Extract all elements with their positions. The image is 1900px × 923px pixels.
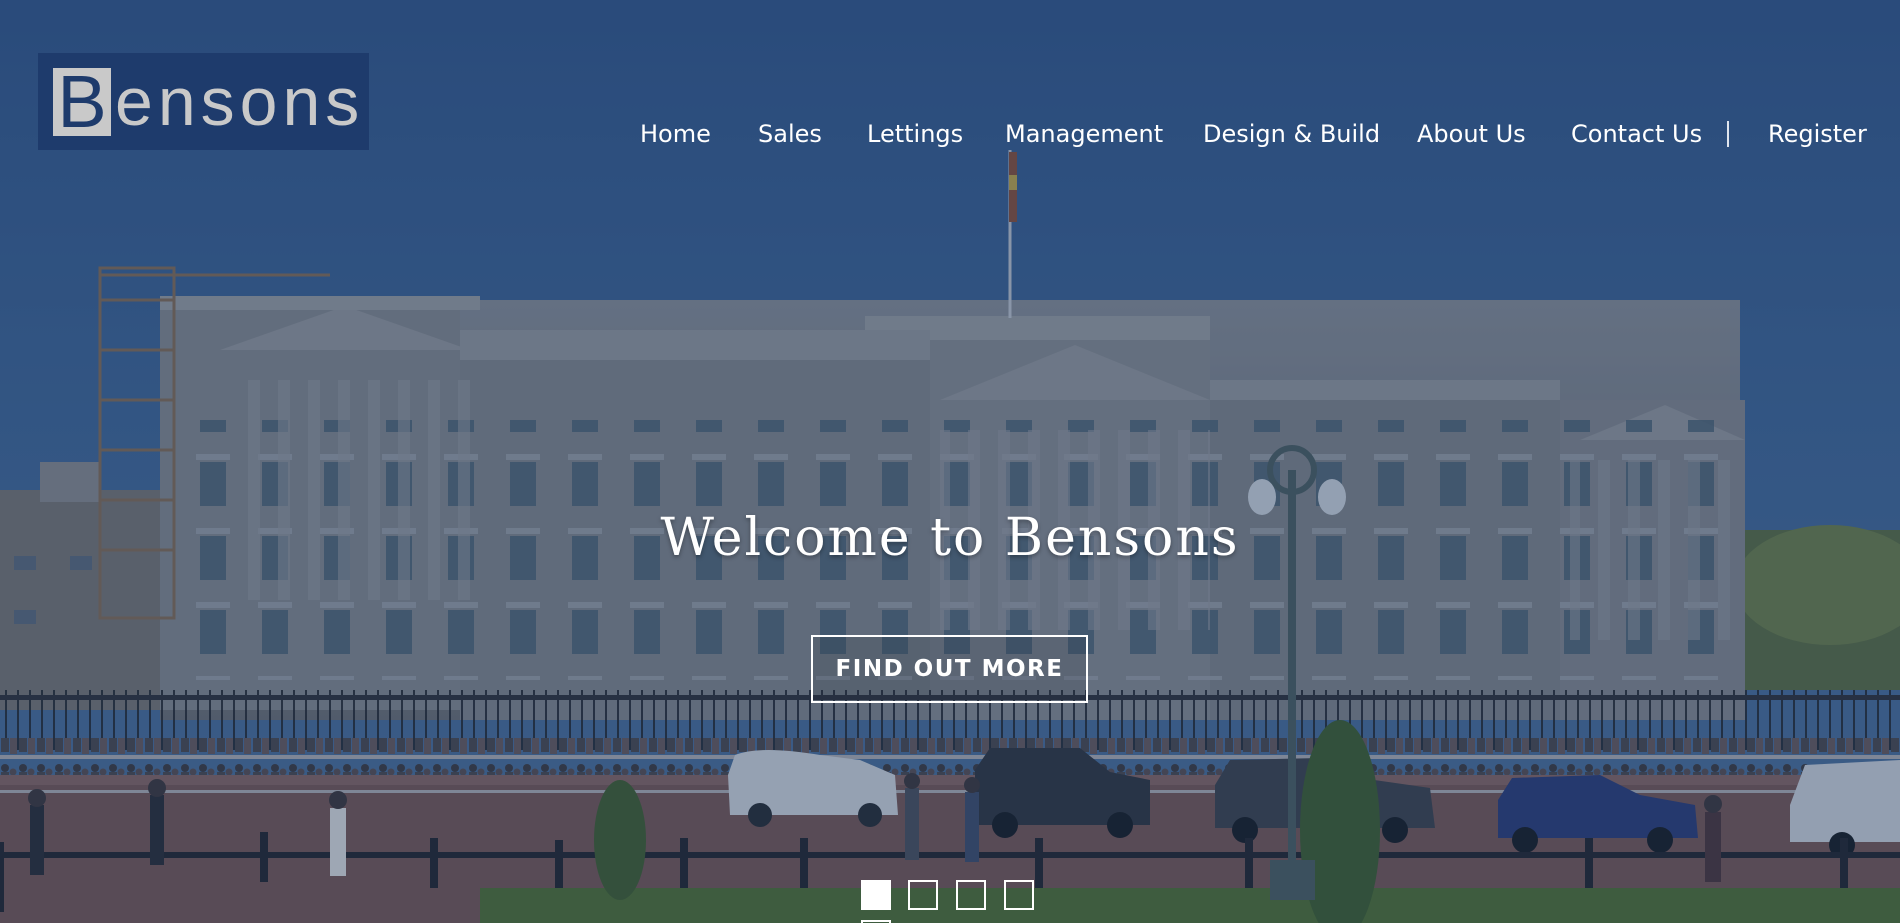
nav-item-sales[interactable]: Sales: [758, 114, 822, 154]
slide-dot-3[interactable]: [956, 880, 986, 910]
nav-item-management[interactable]: Management: [1005, 114, 1163, 154]
slide-dot-4[interactable]: [1004, 880, 1034, 910]
main-navigation: Home Sales Lettings Management Design & …: [0, 114, 1900, 154]
slider-pagination: [0, 880, 1900, 923]
nav-item-design-build[interactable]: Design & Build: [1203, 114, 1380, 154]
hero-section: B ensons Home Sales Lettings Management …: [0, 0, 1900, 923]
nav-item-contact-us[interactable]: Contact Us: [1571, 114, 1702, 154]
nav-item-lettings[interactable]: Lettings: [867, 114, 963, 154]
find-out-more-button[interactable]: FIND OUT MORE: [811, 635, 1088, 703]
nav-divider: [1727, 121, 1729, 147]
hero-headline: Welcome to Bensons: [660, 508, 1240, 568]
slide-dot-2[interactable]: [908, 880, 938, 910]
register-link[interactable]: Register: [1768, 114, 1867, 154]
nav-item-about-us[interactable]: About Us: [1417, 114, 1526, 154]
slide-dot-1[interactable]: [861, 880, 891, 910]
nav-item-home[interactable]: Home: [640, 114, 711, 154]
